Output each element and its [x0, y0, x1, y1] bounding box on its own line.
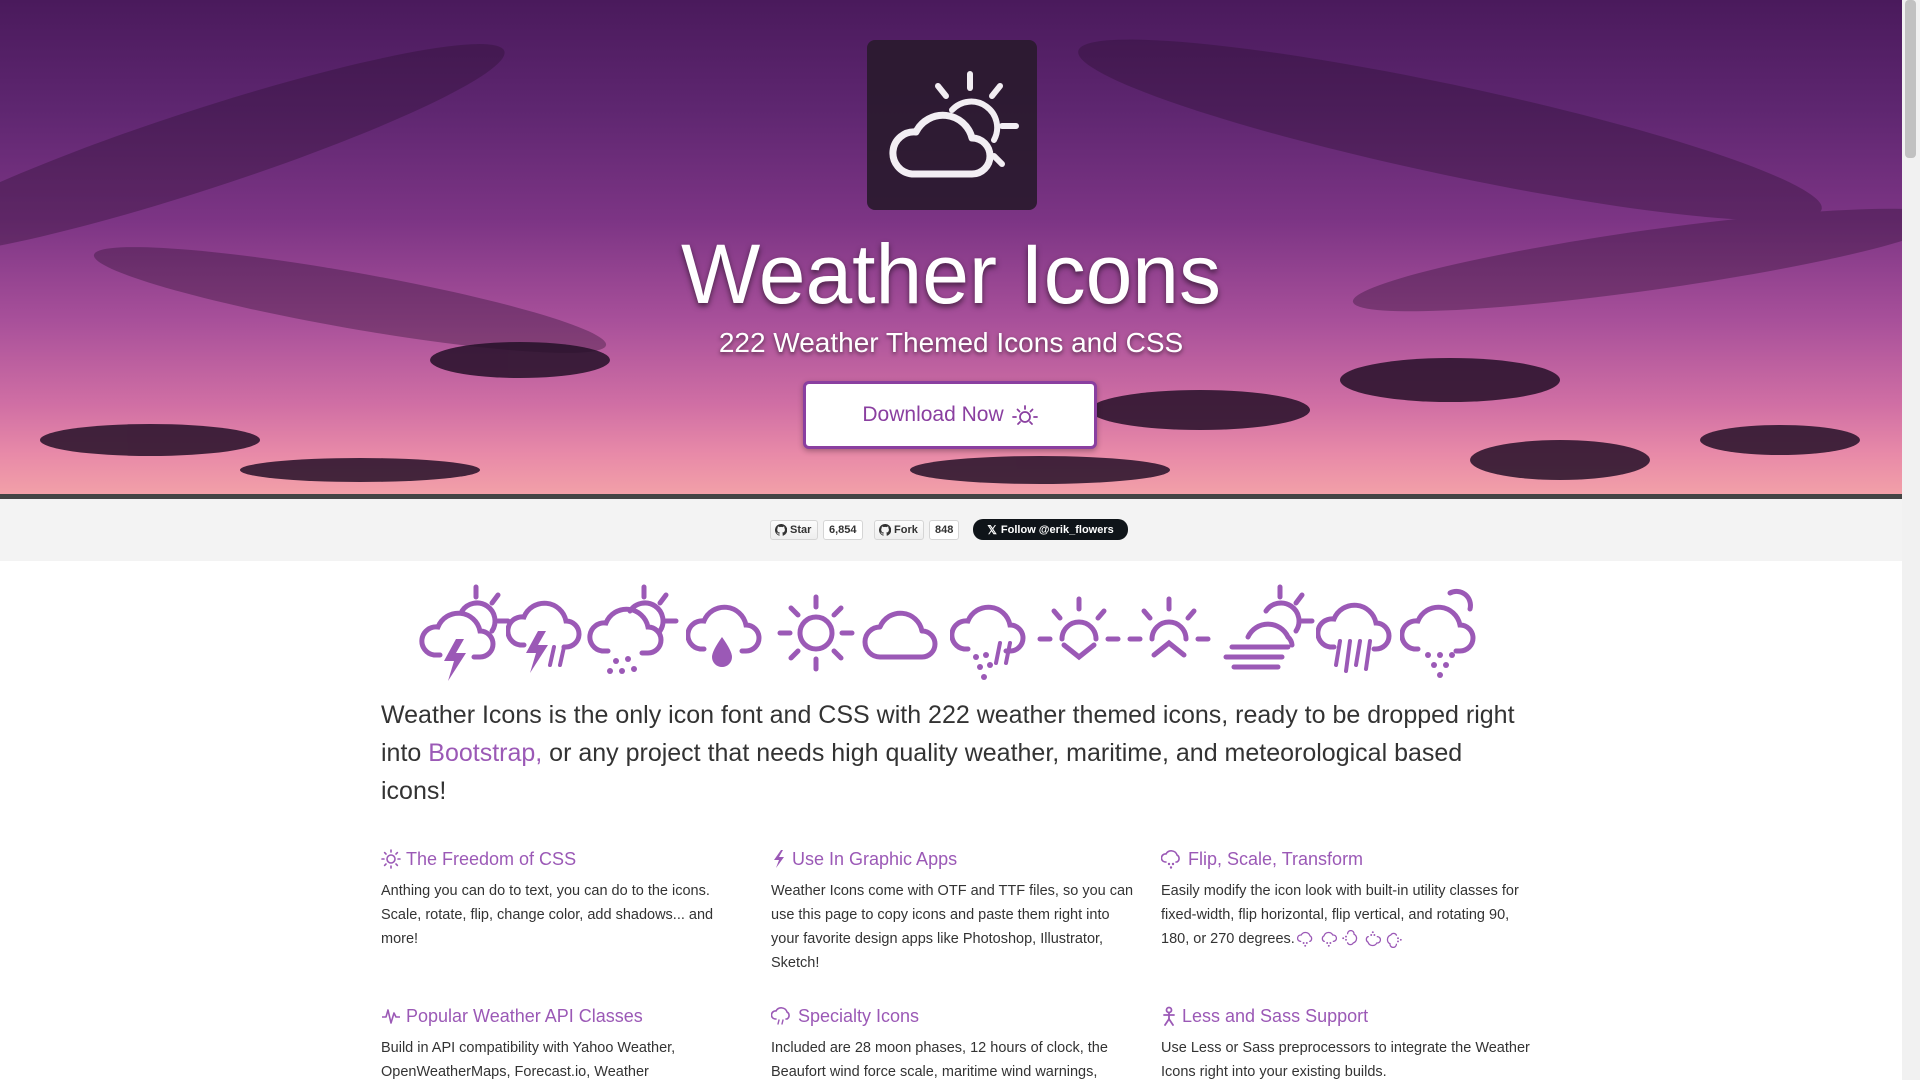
- bootstrap-link[interactable]: Bootstrap,: [428, 739, 542, 767]
- feature-graphic-apps: Use In Graphic Apps Weather Icons come w…: [771, 846, 1141, 975]
- hail-icon-flipped: [1321, 932, 1337, 947]
- pulse-icon: [382, 1009, 400, 1024]
- feature-title[interactable]: The Freedom of CSS: [381, 846, 751, 872]
- snow-icon: [1400, 588, 1476, 678]
- feature-description: Weather Icons come with OTF and TTF file…: [771, 883, 1134, 971]
- fork-count[interactable]: 848: [929, 520, 960, 540]
- feature-description: Easily modify the icon look with built-i…: [1161, 879, 1531, 951]
- page: Weather Icons 222 Weather Themed Icons a…: [0, 0, 1902, 1080]
- page-title: Weather Icons: [680, 227, 1222, 321]
- intro-paragraph: Weather Icons is the only icon font and …: [381, 696, 1521, 810]
- rain-icon: [1316, 602, 1392, 673]
- github-icon: [879, 524, 891, 536]
- thunderstorm-icon: [506, 600, 582, 673]
- transform-example-icons: [1296, 930, 1403, 949]
- github-icon: [775, 524, 787, 536]
- sunrise-icon: [1127, 596, 1211, 658]
- sleet-icon: [950, 604, 1026, 680]
- feature-less-sass-support: Less and Sass Support Use Less or Sass p…: [1161, 1003, 1531, 1080]
- raindrop-cloud-icon: [686, 604, 762, 667]
- x-logo-icon: 𝕏: [987, 522, 997, 537]
- day-thunderstorm-icon: [419, 584, 511, 681]
- lightning-icon: [774, 850, 784, 868]
- feature-title[interactable]: Use In Graphic Apps: [771, 846, 1141, 872]
- hail-icon-rotated-270: [1386, 932, 1402, 949]
- feature-freedom-of-css: The Freedom of CSS Anthing you can do to…: [381, 846, 751, 951]
- twitter-follow-button[interactable]: 𝕏 Follow @erik_flowers: [973, 519, 1128, 540]
- download-button[interactable]: Download Now: [803, 381, 1097, 449]
- hail-icon-rotated-180: [1365, 931, 1381, 947]
- hail-icon-rotated: [1342, 930, 1357, 946]
- day-cloudy-icon: [889, 71, 1019, 178]
- feature-title-text: The Freedom of CSS: [406, 848, 577, 869]
- feature-weather-api-classes: Popular Weather API Classes Build in API…: [381, 1003, 751, 1080]
- day-sunny-icon: [381, 849, 401, 869]
- feature-title-text: Popular Weather API Classes: [406, 1005, 643, 1026]
- feature-specialty-icons: Specialty Icons Included are 28 moon pha…: [771, 1003, 1141, 1080]
- feature-description: Use Less or Sass preprocessors to integr…: [1161, 1040, 1530, 1080]
- scrollbar-thumb[interactable]: [1905, 0, 1916, 158]
- feature-title-text: Less and Sass Support: [1182, 1005, 1369, 1026]
- feature-title-text: Flip, Scale, Transform: [1188, 848, 1364, 869]
- github-star-button[interactable]: Star: [770, 520, 818, 540]
- star-count[interactable]: 6,854: [823, 520, 863, 540]
- feature-title[interactable]: Less and Sass Support: [1161, 1003, 1531, 1029]
- feature-title[interactable]: Popular Weather API Classes: [381, 1003, 751, 1029]
- person-icon: [1163, 1006, 1175, 1026]
- fork-label: Fork: [894, 524, 918, 536]
- feature-title[interactable]: Specialty Icons: [771, 1003, 1141, 1029]
- follow-label: Follow @erik_flowers: [1000, 523, 1114, 536]
- hail-icon: [1296, 932, 1313, 947]
- feature-title-text: Use In Graphic Apps: [792, 848, 958, 869]
- github-fork-button[interactable]: Fork: [874, 520, 924, 540]
- umbrella-cloud-icon: [771, 1007, 790, 1025]
- vertical-scrollbar[interactable]: [1902, 0, 1920, 1080]
- hail-icon: [1161, 850, 1180, 869]
- feature-description: Anthing you can do to text, you can do t…: [381, 883, 714, 947]
- feature-title-text: Specialty Icons: [798, 1005, 920, 1026]
- feature-description: Build in API compatibility with Yahoo We…: [381, 1040, 676, 1080]
- feature-description: Included are 28 moon phases, 12 hours of…: [771, 1040, 1108, 1080]
- sunset-icon: [1037, 596, 1121, 661]
- cloud-icon: [862, 610, 938, 660]
- feature-title[interactable]: Flip, Scale, Transform: [1161, 846, 1531, 872]
- day-sunny-icon: [777, 594, 855, 672]
- page-subtitle: 222 Weather Themed Icons and CSS: [718, 327, 1184, 358]
- day-sleet-icon: [587, 584, 679, 674]
- intro-text-end: or any project that needs high quality w…: [381, 739, 1463, 805]
- logo-tile: [867, 40, 1037, 210]
- hero-banner: Weather Icons 222 Weather Themed Icons a…: [0, 0, 1902, 494]
- feature-flip-scale-transform: Flip, Scale, Transform Easily modify the…: [1161, 846, 1531, 951]
- day-sunny-icon: [1011, 405, 1038, 425]
- day-fog-icon: [1223, 584, 1315, 670]
- download-button-label: Download Now: [862, 403, 1004, 426]
- star-label: Star: [790, 524, 812, 536]
